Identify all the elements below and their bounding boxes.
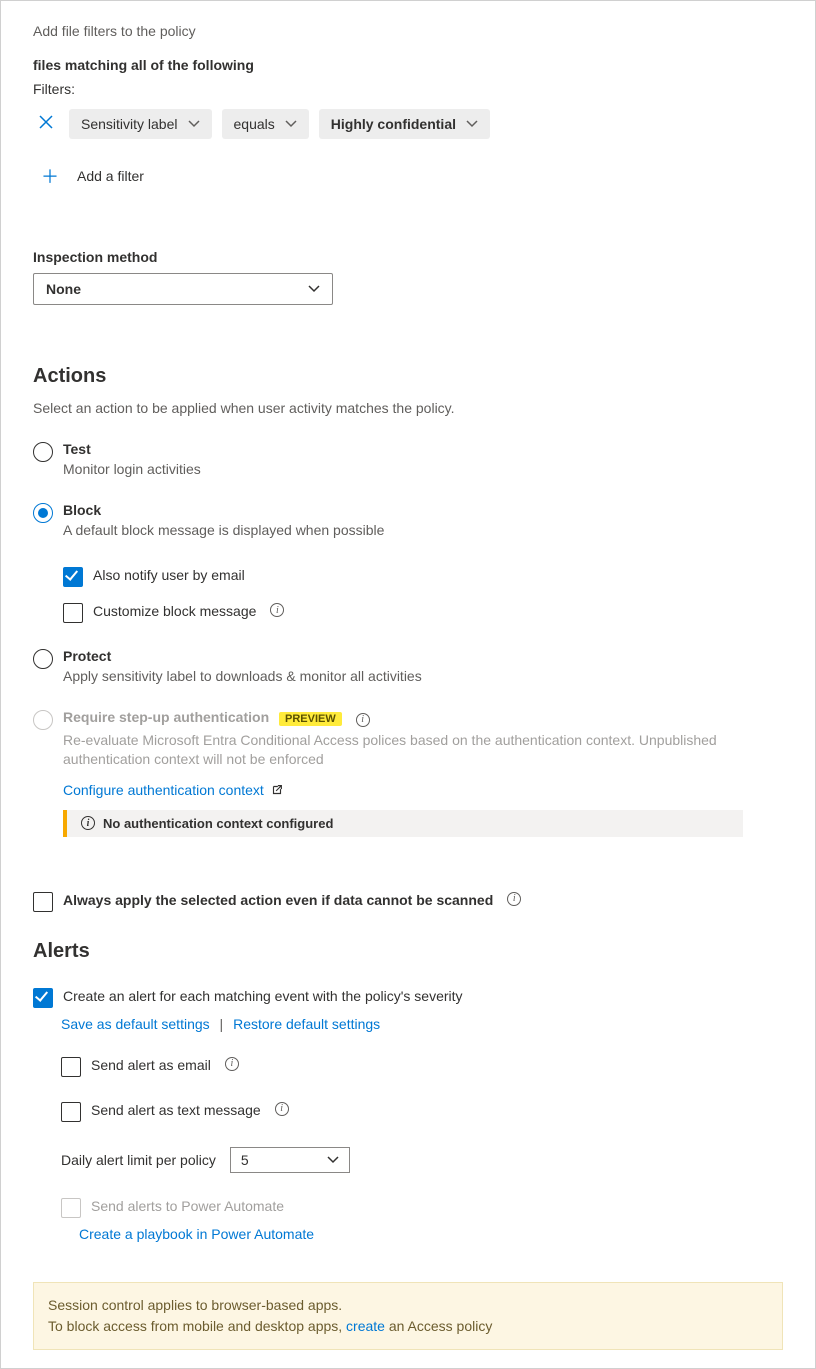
alert-settings-links: Save as default settings | Restore defau… [61,1016,783,1032]
remove-filter-icon[interactable] [33,111,59,138]
send-alert-text-checkbox[interactable]: Send alert as text message i [61,1102,783,1122]
filters-title: Add file filters to the policy [33,23,783,39]
checkbox-icon [63,567,83,587]
external-link-icon [270,783,284,797]
configure-auth-context-link[interactable]: Configure authentication context [63,782,743,798]
action-test-desc: Monitor login activities [63,461,201,477]
action-option-protect[interactable]: Protect Apply sensitivity label to downl… [33,648,783,684]
action-test-title: Test [63,441,201,457]
no-auth-context-text: No authentication context configured [103,816,333,831]
filter-operator-label: equals [234,116,275,132]
send-alert-email-label: Send alert as email [91,1057,211,1073]
no-auth-context-warning: i No authentication context configured [63,810,743,837]
send-alert-email-checkbox[interactable]: Send alert as email i [61,1057,783,1077]
send-power-automate-checkbox: Send alerts to Power Automate [61,1198,783,1218]
chevron-down-icon [188,120,200,128]
alerts-heading: Alerts [33,940,783,963]
daily-alert-limit-label: Daily alert limit per policy [61,1152,216,1168]
restore-default-settings-link[interactable]: Restore default settings [233,1016,380,1032]
chevron-down-icon [285,120,297,128]
action-stepup-title: Require step-up authentication [63,709,269,725]
actions-description: Select an action to be applied when user… [33,400,783,416]
filter-operator-chip[interactable]: equals [222,109,309,139]
filter-field-chip[interactable]: Sensitivity label [69,109,212,139]
customize-block-checkbox[interactable]: Customize block message i [63,603,384,623]
checkbox-icon [61,1102,81,1122]
policy-panel: Add file filters to the policy files mat… [0,0,816,1369]
info-icon: i [81,816,95,830]
checkbox-icon [33,988,53,1008]
action-option-block[interactable]: Block A default block message is display… [33,502,783,623]
chevron-down-icon [308,285,320,293]
always-apply-checkbox[interactable]: Always apply the selected action even if… [33,892,783,912]
create-alert-label: Create an alert for each matching event … [63,988,463,1004]
separator: | [214,1016,230,1032]
send-power-automate-label: Send alerts to Power Automate [91,1198,284,1214]
info-icon[interactable]: i [356,713,370,727]
action-option-test[interactable]: Test Monitor login activities [33,441,783,477]
notify-email-checkbox[interactable]: Also notify user by email [63,567,384,587]
footer-line2-post: an Access policy [385,1318,492,1334]
plus-icon: ＋ [33,161,67,191]
info-icon[interactable]: i [275,1102,289,1116]
filter-row: Sensitivity label equals Highly confiden… [33,109,783,139]
action-block-title: Block [63,502,384,518]
inspection-method-select[interactable]: None [33,273,333,305]
action-block-desc: A default block message is displayed whe… [63,522,384,538]
radio-icon [33,503,53,523]
info-icon[interactable]: i [270,603,284,617]
create-playbook-link[interactable]: Create a playbook in Power Automate [79,1226,314,1242]
info-icon[interactable]: i [507,892,521,906]
footer-line1: Session control applies to browser-based… [48,1295,768,1316]
daily-alert-limit-value: 5 [241,1152,249,1168]
action-protect-desc: Apply sensitivity label to downloads & m… [63,668,422,684]
checkbox-icon [33,892,53,912]
daily-alert-limit-row: Daily alert limit per policy 5 [61,1147,783,1173]
radio-icon [33,710,53,730]
add-filter-button[interactable]: ＋ Add a filter [33,161,783,191]
notify-email-label: Also notify user by email [93,567,245,583]
chevron-down-icon [327,1156,339,1164]
always-apply-label: Always apply the selected action even if… [63,892,493,908]
preview-badge: PREVIEW [279,712,342,726]
action-protect-title: Protect [63,648,422,664]
info-icon[interactable]: i [225,1057,239,1071]
filter-value-label: Highly confidential [331,116,456,132]
daily-alert-limit-select[interactable]: 5 [230,1147,350,1173]
radio-icon [33,442,53,462]
footer-banner: Session control applies to browser-based… [33,1282,783,1350]
filter-value-chip[interactable]: Highly confidential [319,109,490,139]
radio-icon [33,649,53,669]
checkbox-icon [63,603,83,623]
action-stepup-desc: Re-evaluate Microsoft Entra Conditional … [63,731,743,770]
actions-heading: Actions [33,365,783,388]
filters-matching-text: files matching all of the following [33,57,783,73]
footer-line2: To block access from mobile and desktop … [48,1316,768,1337]
action-option-stepup: Require step-up authentication PREVIEW i… [33,709,783,837]
add-filter-label: Add a filter [77,168,144,184]
checkbox-icon [61,1198,81,1218]
filters-label: Filters: [33,81,783,97]
footer-line2-pre: To block access from mobile and desktop … [48,1318,346,1334]
send-alert-text-label: Send alert as text message [91,1102,261,1118]
checkbox-icon [61,1057,81,1077]
create-alert-checkbox[interactable]: Create an alert for each matching event … [33,988,783,1008]
inspection-method-label: Inspection method [33,249,783,265]
inspection-method-value: None [46,281,81,297]
filter-field-label: Sensitivity label [81,116,178,132]
save-default-settings-link[interactable]: Save as default settings [61,1016,210,1032]
configure-auth-context-label: Configure authentication context [63,782,264,798]
customize-block-label: Customize block message [93,603,256,619]
chevron-down-icon [466,120,478,128]
footer-create-link[interactable]: create [346,1318,385,1334]
